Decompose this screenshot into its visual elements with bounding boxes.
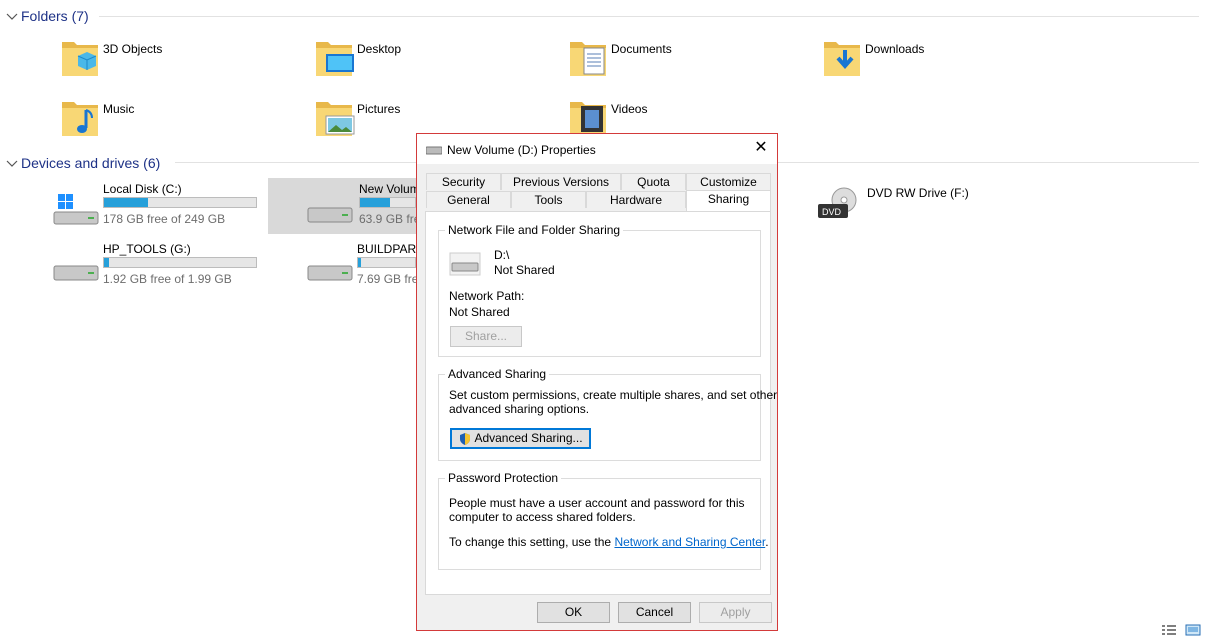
drive-icon	[53, 265, 99, 281]
drive-usage-fill	[104, 198, 149, 207]
advanced-sharing-group: Advanced Sharing Set custom permissions,…	[438, 367, 777, 461]
password-protection-group: Password Protection People must have a u…	[438, 471, 769, 570]
password-change-text: To change this setting, use the Network …	[449, 535, 769, 549]
drive-item-new-volume[interactable]: New Volume 63.9 GB free	[268, 178, 427, 234]
pictures-folder-icon	[316, 102, 355, 136]
drive-usage-bar	[357, 257, 416, 268]
folder-name: Music	[103, 102, 135, 116]
dialog-titlebar[interactable]: New Volume (D:) Properties ✕	[417, 134, 777, 164]
chevron-down-icon	[6, 160, 18, 167]
folder-name: Documents	[611, 42, 672, 56]
drive-usage-bar	[103, 197, 257, 208]
drive-usage-fill	[360, 198, 391, 207]
share-status: Not Shared	[494, 263, 555, 277]
large-icons-view-icon[interactable]	[1185, 624, 1201, 636]
dvd-drive-icon: DVD	[818, 187, 857, 218]
ok-button[interactable]: OK	[537, 602, 610, 623]
drive-name: Local Disk (C:)	[103, 182, 182, 196]
folder-item-music[interactable]: Music	[4, 102, 254, 158]
folder-item-downloads[interactable]: Downloads	[766, 42, 1016, 98]
drive-item-buildpart[interactable]: BUILDPART 7.69 GB free	[258, 242, 425, 298]
videos-folder-icon	[570, 102, 606, 136]
drive-name: HP_TOOLS (G:)	[103, 242, 191, 256]
drive-usage-fill	[358, 258, 361, 267]
tab-customize[interactable]: Customize	[686, 173, 771, 190]
windows-drive-icon	[53, 194, 99, 225]
network-path-label: Network Path:	[449, 289, 525, 303]
cancel-button[interactable]: Cancel	[618, 602, 691, 623]
drive-usage-bar	[103, 257, 257, 268]
desktop-folder-icon	[316, 42, 354, 76]
advanced-description-line1: Set custom permissions, create multiple …	[449, 388, 778, 402]
music-folder-icon	[62, 102, 98, 136]
drive-name: BUILDPART	[357, 242, 424, 256]
drive-free-space: 178 GB free of 249 GB	[103, 212, 226, 226]
change-setting-suffix: .	[765, 535, 769, 549]
drive-name: DVD RW Drive (F:)	[867, 186, 969, 200]
sharing-tab-panel: Network File and Folder Sharing D:\ Not …	[425, 211, 777, 595]
tab-general[interactable]: General	[426, 191, 511, 208]
drive-item-g[interactable]: HP_TOOLS (G:) 1.92 GB free of 1.99 GB	[4, 242, 257, 298]
tab-sharing[interactable]: Sharing	[686, 190, 771, 211]
network-sharing-center-link[interactable]: Network and Sharing Center	[614, 535, 765, 549]
apply-button[interactable]: Apply	[699, 602, 772, 623]
network-path-value: Not Shared	[449, 305, 510, 319]
devices-group-header[interactable]: Devices and drives (6)	[6, 153, 160, 173]
tab-quota[interactable]: Quota	[621, 173, 686, 190]
folders-group-label: Folders (7)	[21, 8, 89, 24]
password-description-line1: People must have a user account and pass…	[449, 496, 745, 510]
folder-name: Pictures	[357, 102, 401, 116]
devices-group-label: Devices and drives (6)	[21, 155, 161, 171]
folder-name: Videos	[611, 102, 648, 116]
properties-dialog: New Volume (D:) Properties ✕ Security Pr…	[416, 133, 778, 631]
drive-icon	[307, 207, 353, 223]
folders-group-header[interactable]: Folders (7)	[6, 6, 89, 26]
folder-name: Downloads	[865, 42, 925, 56]
password-description-line2: computer to access shared folders.	[449, 510, 636, 524]
network-sharing-group: Network File and Folder Sharing D:\ Not …	[438, 223, 761, 357]
drive-item-dvd[interactable]: DVD DVD RW Drive (F:)	[768, 186, 1018, 242]
details-view-icon[interactable]	[1161, 624, 1177, 636]
drive-icon	[426, 146, 442, 155]
drive-item-c[interactable]: Local Disk (C:) 178 GB free of 249 GB	[4, 182, 257, 238]
chevron-down-icon	[6, 13, 18, 20]
dialog-title: New Volume (D:) Properties	[447, 143, 596, 157]
documents-folder-icon	[570, 42, 606, 76]
drive-usage-bar	[359, 197, 416, 208]
uac-shield-icon	[460, 432, 471, 445]
drive-free-space: 1.92 GB free of 1.99 GB	[103, 272, 232, 286]
tab-security[interactable]: Security	[426, 173, 501, 190]
drive-icon	[449, 252, 481, 276]
folder-item-3d-objects[interactable]: 3D Objects	[4, 42, 254, 98]
tab-previous-versions[interactable]: Previous Versions	[501, 173, 621, 190]
close-icon[interactable]: ✕	[753, 140, 769, 156]
group-legend: Network File and Folder Sharing	[445, 223, 624, 237]
svg-text:DVD: DVD	[822, 207, 842, 217]
group-divider	[99, 16, 1199, 17]
folder-name: 3D Objects	[103, 42, 163, 56]
share-path: D:\	[494, 248, 510, 262]
downloads-folder-icon	[824, 42, 860, 76]
folder-item-desktop[interactable]: Desktop	[258, 42, 508, 98]
folder-item-documents[interactable]: Documents	[512, 42, 762, 98]
folder-name: Desktop	[357, 42, 402, 56]
advanced-description-line2: advanced sharing options.	[449, 402, 590, 416]
drive-usage-fill	[104, 258, 109, 267]
advanced-sharing-button-label: Advanced Sharing...	[474, 431, 583, 445]
group-legend: Advanced Sharing	[445, 367, 550, 381]
change-setting-prefix: To change this setting, use the	[449, 535, 615, 549]
advanced-sharing-button[interactable]: Advanced Sharing...	[450, 428, 591, 449]
drive-free-space: 7.69 GB free	[357, 272, 426, 286]
drive-icon	[307, 265, 353, 281]
share-button[interactable]: Share...	[450, 326, 522, 347]
group-legend: Password Protection	[445, 471, 562, 485]
tab-tools[interactable]: Tools	[511, 191, 586, 208]
3d-objects-folder-icon	[62, 42, 98, 76]
tab-hardware[interactable]: Hardware	[586, 191, 686, 208]
